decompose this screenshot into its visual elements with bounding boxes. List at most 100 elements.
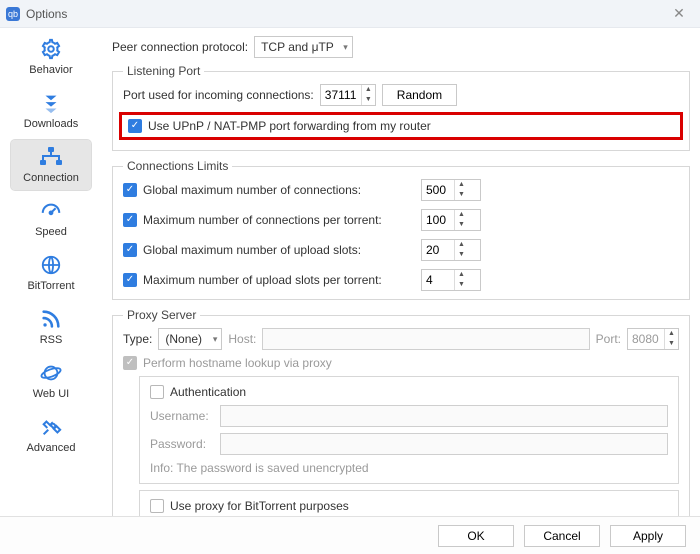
proxy-server-group: Proxy Server Type: (None) ▾ Host: Port: …	[112, 308, 690, 516]
spin-down-icon[interactable]: ▼	[455, 280, 468, 290]
sidebar-item-label: BitTorrent	[27, 280, 74, 292]
sidebar-item-speed[interactable]: Speed	[11, 194, 91, 244]
authentication-group: ✓ Authentication Username: Password: Info…	[139, 376, 679, 484]
rss-icon	[36, 306, 66, 332]
port-stepper[interactable]: ▲▼	[320, 84, 376, 106]
titlebar: qb Options ✕	[0, 0, 700, 28]
limit-checkbox[interactable]: ✓	[123, 273, 137, 287]
planet-icon	[36, 360, 66, 386]
sidebar-item-downloads[interactable]: Downloads	[11, 86, 91, 136]
window-title: Options	[26, 7, 67, 21]
hostlookup-checkbox: ✓	[123, 356, 137, 370]
sidebar-item-bittorrent[interactable]: BitTorrent	[11, 248, 91, 298]
spin-up-icon[interactable]: ▲	[455, 270, 468, 280]
sidebar-item-label: Web UI	[33, 388, 69, 400]
listening-legend: Listening Port	[123, 64, 204, 78]
proxy-port-label: Port:	[596, 332, 621, 346]
sidebar-item-behavior[interactable]: Behavior	[11, 32, 91, 82]
sidebar-item-label: Connection	[23, 172, 79, 184]
sidebar-item-connection[interactable]: Connection	[11, 140, 91, 190]
spin-down-icon[interactable]: ▼	[362, 95, 375, 105]
port-label: Port used for incoming connections:	[123, 88, 314, 102]
spin-up-icon[interactable]: ▲	[455, 210, 468, 220]
upnp-label: Use UPnP / NAT-PMP port forwarding from …	[148, 119, 674, 133]
spin-down-icon[interactable]: ▼	[665, 339, 678, 349]
proxy-host-input[interactable]	[262, 328, 589, 350]
limit-label: Maximum number of connections per torren…	[143, 213, 382, 227]
gauge-icon	[36, 198, 66, 224]
proxy-legend: Proxy Server	[123, 308, 200, 322]
limit-stepper[interactable]: ▲▼	[421, 179, 481, 201]
proxy-bt-group: ✓Use proxy for BitTorrent purposes ✓Use …	[139, 490, 679, 516]
limit-stepper[interactable]: ▲▼	[421, 269, 481, 291]
proxy-host-label: Host:	[228, 332, 256, 346]
sidebar-item-label: Behavior	[29, 64, 72, 76]
protocol-select[interactable]: TCP and μTP ▾	[254, 36, 353, 58]
tools-icon	[36, 414, 66, 440]
sidebar-item-advanced[interactable]: Advanced	[11, 410, 91, 460]
username-label: Username:	[150, 409, 214, 423]
spin-up-icon[interactable]: ▲	[665, 329, 678, 339]
proxy-type-select[interactable]: (None) ▾	[158, 328, 222, 350]
sidebar: Behavior Downloads Connection Speed BitT…	[0, 28, 102, 516]
proxy-port-stepper[interactable]: ▲▼	[627, 328, 679, 350]
password-label: Password:	[150, 437, 214, 451]
dialog-buttons: OK Cancel Apply	[0, 516, 700, 554]
protocol-label: Peer connection protocol:	[112, 40, 248, 54]
listening-port-group: Listening Port Port used for incoming co…	[112, 64, 690, 151]
gear-icon	[36, 36, 66, 62]
proxy-type-label: Type:	[123, 332, 152, 346]
spin-down-icon[interactable]: ▼	[455, 220, 468, 230]
limit-label: Maximum number of upload slots per torre…	[143, 273, 382, 287]
spin-up-icon[interactable]: ▲	[455, 240, 468, 250]
auth-checkbox[interactable]: ✓	[150, 385, 164, 399]
username-input[interactable]	[220, 405, 668, 427]
random-button[interactable]: Random	[382, 84, 457, 106]
chevron-down-icon: ▾	[213, 334, 218, 345]
limit-input[interactable]	[422, 270, 454, 290]
proxy-bt-label: Use proxy for BitTorrent purposes	[170, 499, 349, 513]
limit-input[interactable]	[422, 240, 454, 260]
download-icon	[36, 90, 66, 116]
spin-up-icon[interactable]: ▲	[455, 180, 468, 190]
limit-input[interactable]	[422, 210, 454, 230]
content-panel: Peer connection protocol: TCP and μTP ▾ …	[102, 28, 700, 516]
sidebar-item-label: Advanced	[27, 442, 76, 454]
proxy-bt-checkbox[interactable]: ✓	[150, 499, 164, 513]
chevron-down-icon: ▾	[343, 42, 348, 53]
protocol-value: TCP and μTP	[261, 40, 334, 54]
close-icon[interactable]: ✕	[664, 5, 694, 22]
highlight-box: ✓ Use UPnP / NAT-PMP port forwarding fro…	[119, 112, 683, 140]
sidebar-item-label: Downloads	[24, 118, 78, 130]
limit-stepper[interactable]: ▲▼	[421, 239, 481, 261]
sidebar-item-rss[interactable]: RSS	[11, 302, 91, 352]
ok-button[interactable]: OK	[438, 525, 514, 547]
password-input[interactable]	[220, 433, 668, 455]
limit-checkbox[interactable]: ✓	[123, 213, 137, 227]
auth-info: Info: The password is saved unencrypted	[150, 461, 369, 475]
sidebar-item-label: Speed	[35, 226, 67, 238]
limit-checkbox[interactable]: ✓	[123, 183, 137, 197]
upnp-checkbox[interactable]: ✓	[128, 119, 142, 133]
globe-icon	[36, 252, 66, 278]
limit-label: Global maximum number of upload slots:	[143, 243, 361, 257]
limit-label: Global maximum number of connections:	[143, 183, 361, 197]
spin-down-icon[interactable]: ▼	[455, 190, 468, 200]
connection-limits-group: Connections Limits ✓ Global maximum numbe…	[112, 159, 690, 300]
limit-input[interactable]	[422, 180, 454, 200]
limits-legend: Connections Limits	[123, 159, 232, 173]
hostlookup-label: Perform hostname lookup via proxy	[143, 356, 332, 370]
limit-stepper[interactable]: ▲▼	[421, 209, 481, 231]
port-input[interactable]	[321, 85, 361, 105]
network-icon	[36, 144, 66, 170]
auth-title: Authentication	[170, 385, 246, 399]
proxy-port-input[interactable]	[628, 329, 664, 349]
spin-down-icon[interactable]: ▼	[455, 250, 468, 260]
limit-checkbox[interactable]: ✓	[123, 243, 137, 257]
spin-up-icon[interactable]: ▲	[362, 85, 375, 95]
proxy-type-value: (None)	[165, 332, 202, 346]
apply-button[interactable]: Apply	[610, 525, 686, 547]
app-icon: qb	[6, 7, 20, 21]
cancel-button[interactable]: Cancel	[524, 525, 600, 547]
sidebar-item-webui[interactable]: Web UI	[11, 356, 91, 406]
